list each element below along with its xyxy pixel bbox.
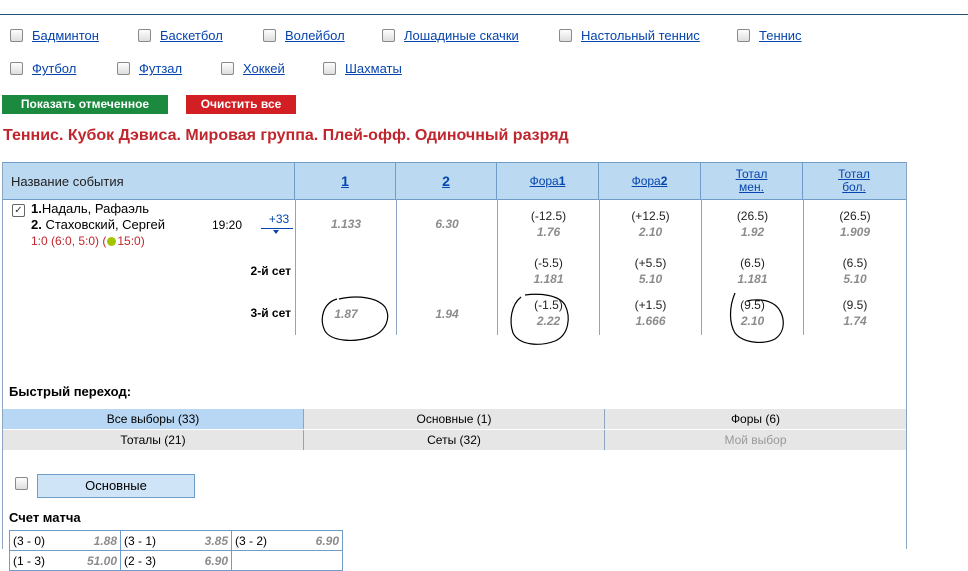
match-score-table: (3 - 0) 1.88 (3 - 1) 3.85 (3 - 2) 6.90 (1 -…	[9, 530, 343, 571]
sport-item-horse-racing[interactable]: Лошадиные скачки	[382, 28, 519, 43]
odd-win1-main[interactable]: 1.133	[296, 216, 396, 232]
checkbox[interactable]	[323, 62, 336, 76]
group-main-button[interactable]: Основные	[37, 474, 195, 498]
odd-total-over-set3[interactable]: (9.5) 1.74	[804, 297, 906, 329]
header-total-under[interactable]: Тотал мен.	[701, 163, 802, 199]
header-event-name: Название события	[11, 173, 124, 189]
score-cell-empty	[231, 550, 343, 571]
filter-row-1: Все выборы (33) Основные (1) Форы (6)	[3, 409, 906, 429]
score-cell[interactable]: (3 - 2) 6.90	[231, 530, 343, 551]
more-markets-underline	[261, 228, 293, 229]
group-checkbox[interactable]	[15, 477, 28, 490]
odd-win2-set3[interactable]: 1.94	[397, 306, 497, 322]
checkbox[interactable]	[10, 29, 23, 43]
filter-my-choice-tab[interactable]: Мой выбор	[605, 430, 906, 450]
hand-drawn-circle-mark	[729, 292, 784, 343]
odd-total-over-set2[interactable]: (6.5) 5.10	[804, 255, 906, 287]
header-win1[interactable]: 1	[295, 163, 395, 199]
header-handicap2[interactable]: Фора2	[599, 163, 700, 199]
odd-total-under-main[interactable]: (26.5) 1.92	[702, 208, 803, 240]
show-selected-button[interactable]: Показать отмеченное	[2, 95, 168, 114]
more-markets-link[interactable]: +33	[264, 212, 294, 226]
odd-handicap2-set2[interactable]: (+5.5) 5.10	[600, 255, 701, 287]
odd-handicap1-set2[interactable]: (-5.5) 1.181	[498, 255, 599, 287]
checkbox[interactable]	[263, 29, 276, 43]
score-cell[interactable]: (1 - 3) 51.00	[9, 550, 121, 571]
checkbox[interactable]	[221, 62, 234, 76]
player2: 2. Стаховский, Сергей	[31, 217, 165, 232]
sport-item-tennis[interactable]: Теннис	[737, 28, 802, 43]
tennis-ball-icon	[107, 237, 117, 246]
sport-item-badminton[interactable]: Бадминтон	[10, 28, 99, 43]
checkbox[interactable]	[10, 62, 23, 76]
odd-win2-main[interactable]: 6.30	[397, 216, 497, 232]
event-time: 19:20	[212, 218, 243, 232]
sport-item-football[interactable]: Футбол	[10, 61, 76, 76]
filter-all-tab[interactable]: Все выборы (33)	[3, 409, 304, 429]
sport-item-table-tennis[interactable]: Настольный теннис	[559, 28, 700, 43]
filter-handicaps-tab[interactable]: Форы (6)	[605, 409, 906, 429]
sport-item-hockey[interactable]: Хоккей	[221, 61, 285, 76]
live-score: 1:0 (6:0, 5:0) (15:0)	[31, 234, 145, 248]
odd-total-over-main[interactable]: (26.5) 1.909	[804, 208, 906, 240]
header-total-over[interactable]: Тотал бол.	[803, 163, 905, 199]
filter-row-2: Тоталы (21) Сеты (32) Мой выбор	[3, 430, 906, 450]
checkbox[interactable]	[382, 29, 395, 43]
set2-label: 2-й сет	[250, 264, 291, 278]
checkbox[interactable]	[559, 29, 572, 43]
checkbox[interactable]	[117, 62, 130, 76]
chevron-down-icon[interactable]	[273, 230, 279, 234]
score-cell[interactable]: (3 - 0) 1.88	[9, 530, 121, 551]
odd-handicap2-set3[interactable]: (+1.5) 1.666	[600, 297, 701, 329]
sport-item-chess[interactable]: Шахматы	[323, 61, 402, 76]
score-cell[interactable]: (3 - 1) 3.85	[120, 530, 232, 551]
odd-handicap1-main[interactable]: (-12.5) 1.76	[498, 208, 599, 240]
sport-item-futsal[interactable]: Футзал	[117, 61, 182, 76]
filter-main-tab[interactable]: Основные (1)	[304, 409, 605, 429]
sport-item-basketball[interactable]: Баскетбол	[138, 28, 223, 43]
odd-handicap2-main[interactable]: (+12.5) 2.10	[600, 208, 701, 240]
hand-drawn-circle-mark	[510, 293, 569, 345]
sport-item-volleyball[interactable]: Волейбол	[263, 28, 345, 43]
odd-total-under-set2[interactable]: (6.5) 1.181	[702, 255, 803, 287]
odds-table-header: Название события 1 2 Фора1 Фора2 Тотал м…	[3, 162, 906, 200]
set3-label: 3-й сет	[250, 306, 291, 320]
score-cell[interactable]: (2 - 3) 6.90	[120, 550, 232, 571]
checkbox[interactable]	[737, 29, 750, 43]
quick-nav-label: Быстрый переход:	[9, 384, 132, 399]
header-handicap1[interactable]: Фора1	[497, 163, 598, 199]
table-row: (1 - 3) 51.00 (2 - 3) 6.90	[9, 550, 343, 571]
table-row: (3 - 0) 1.88 (3 - 1) 3.85 (3 - 2) 6.90	[9, 530, 343, 551]
top-divider	[0, 14, 968, 15]
filter-sets-tab[interactable]: Сеты (32)	[304, 430, 605, 450]
event-checkbox[interactable]: ✓	[12, 204, 25, 217]
header-win2[interactable]: 2	[396, 163, 496, 199]
checkbox[interactable]	[138, 29, 151, 43]
filter-totals-tab[interactable]: Тоталы (21)	[3, 430, 304, 450]
odds-table: Название события 1 2 Фора1 Фора2 Тотал м…	[2, 162, 907, 571]
player1: 1.Надаль, Рафаэль	[31, 201, 149, 216]
hand-drawn-circle-mark	[321, 296, 389, 341]
clear-all-button[interactable]: Очистить все	[186, 95, 296, 114]
page-title: Теннис. Кубок Дэвиса. Мировая группа. Пл…	[3, 127, 569, 144]
match-score-title: Счет матча	[9, 510, 81, 525]
